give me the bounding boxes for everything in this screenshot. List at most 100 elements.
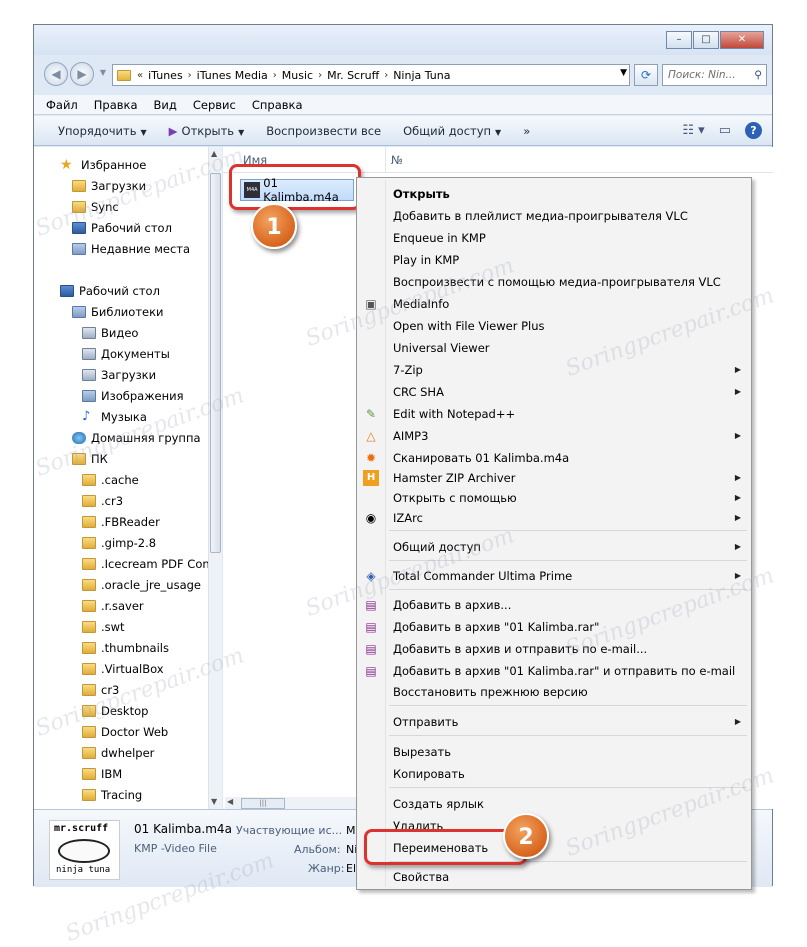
menu-item-enqueue-kmp[interactable]: Enqueue in KMP: [359, 227, 749, 248]
back-button[interactable]: ◀: [44, 62, 68, 86]
breadcrumb-mr-scruff[interactable]: Mr. Scruff: [327, 69, 379, 82]
search-icon[interactable]: ⚲: [754, 65, 762, 85]
share-button[interactable]: Общий доступ ▼: [403, 124, 501, 138]
nav-desktop-root[interactable]: Рабочий стол: [60, 284, 160, 298]
menu-item-aimp3[interactable]: △ AIMP3 ▶: [359, 425, 749, 446]
menu-item-play-kmp[interactable]: Play in KMP: [359, 249, 749, 270]
nav-scrollbar[interactable]: ▲ ▼: [208, 147, 222, 809]
nav-video[interactable]: Видео: [82, 326, 138, 340]
column-number[interactable]: №: [391, 153, 403, 167]
nav-folder[interactable]: Desktop: [82, 704, 148, 718]
menu-help[interactable]: Справка: [252, 98, 303, 112]
menu-item-create-shortcut[interactable]: Создать ярлык: [359, 793, 749, 814]
minimize-button[interactable]: –: [666, 31, 692, 49]
nav-homegroup[interactable]: Домашняя группа: [72, 431, 201, 445]
search-input[interactable]: Поиск: Nin... ⚲: [662, 64, 767, 86]
nav-folder[interactable]: .FBReader: [82, 515, 160, 529]
menu-item-hamster-zip[interactable]: H Hamster ZIP Archiver ▶: [359, 467, 749, 488]
menu-tools[interactable]: Сервис: [193, 98, 236, 112]
scroll-thumb[interactable]: |||: [241, 798, 285, 809]
menu-item-rar-email[interactable]: ▤ Добавить в архив "01 Kalimba.rar" и отп…: [359, 660, 749, 681]
menu-item-send-to[interactable]: Отправить ▶: [359, 711, 749, 732]
breadcrumb-itunes[interactable]: iTunes: [148, 69, 183, 82]
nav-folder[interactable]: .thumbnails: [82, 641, 169, 655]
menu-item-universal-viewer[interactable]: Universal Viewer: [359, 337, 749, 358]
scroll-down-icon[interactable]: ▼: [211, 797, 217, 806]
close-button[interactable]: ✕: [720, 31, 764, 49]
recent-pages-button[interactable]: ▼: [96, 62, 110, 86]
nav-folder[interactable]: dwhelper: [82, 746, 154, 760]
nav-downloads-lib[interactable]: Загрузки: [82, 368, 156, 382]
menu-item-vlc-playlist[interactable]: Добавить в плейлист медиа-проигрывателя …: [359, 205, 749, 226]
menu-item-file-viewer-plus[interactable]: Open with File Viewer Plus: [359, 315, 749, 336]
nav-folder[interactable]: .VirtualBox: [82, 662, 164, 676]
nav-folder[interactable]: .cache: [82, 473, 139, 487]
menu-item-properties[interactable]: Свойства: [359, 866, 749, 887]
more-commands-button[interactable]: »: [523, 124, 530, 138]
play-all-button[interactable]: Воспроизвести все: [266, 124, 381, 138]
nav-favorites[interactable]: ★ Избранное: [60, 158, 146, 172]
nav-folder[interactable]: .Icecream PDF Conv: [82, 557, 216, 571]
forward-button[interactable]: ▶: [70, 62, 94, 86]
address-bar[interactable]: « iTunes › iTunes Media › Music › Mr. Sc…: [112, 64, 630, 86]
details-genre-value[interactable]: El: [346, 862, 356, 875]
nav-documents[interactable]: Документы: [82, 347, 170, 361]
scroll-left-icon[interactable]: ◀: [227, 797, 233, 806]
nav-folder[interactable]: Doctor Web: [82, 725, 168, 739]
menu-item-open-with[interactable]: Открыть с помощью ▶: [359, 487, 749, 508]
menu-item-total-commander[interactable]: ◈ Total Commander Ultima Prime ▶: [359, 565, 749, 586]
menu-item-open[interactable]: Открыть: [359, 183, 749, 204]
maximize-button[interactable]: □: [693, 31, 719, 49]
menu-file[interactable]: Файл: [46, 98, 78, 112]
menu-item-add-rar[interactable]: ▤ Добавить в архив "01 Kalimba.rar": [359, 616, 749, 637]
scroll-up-icon[interactable]: ▲: [211, 149, 217, 158]
nav-sync[interactable]: Sync: [72, 200, 119, 214]
menu-edit[interactable]: Правка: [94, 98, 138, 112]
open-button[interactable]: ▶ Открыть ▼: [169, 124, 245, 138]
menu-item-add-archive[interactable]: ▤ Добавить в архив...: [359, 594, 749, 615]
breadcrumb-separator[interactable]: ›: [188, 70, 192, 81]
nav-desktop[interactable]: Рабочий стол: [72, 221, 172, 235]
address-prefix[interactable]: «: [137, 70, 143, 81]
chevron-down-icon[interactable]: ▼: [620, 68, 627, 78]
nav-folder[interactable]: .r.saver: [82, 599, 144, 613]
column-divider[interactable]: [385, 147, 386, 173]
menu-item-play-vlc[interactable]: Воспроизвести с помощью медиа-проигрыват…: [359, 271, 749, 292]
menu-item-notepadpp[interactable]: ✎ Edit with Notepad++: [359, 403, 749, 424]
menu-view[interactable]: Вид: [154, 98, 177, 112]
nav-folder[interactable]: IBM: [82, 767, 122, 781]
menu-item-restore-version[interactable]: Восстановить прежнюю версию: [359, 681, 749, 702]
nav-folder[interactable]: .swt: [82, 620, 125, 634]
nav-pc[interactable]: ПК: [72, 452, 108, 466]
breadcrumb-separator[interactable]: ›: [318, 70, 322, 81]
nav-folder[interactable]: cr3: [82, 683, 119, 697]
menu-item-mediainfo[interactable]: ▣ MediaInfo: [359, 293, 749, 314]
menu-item-crc-sha[interactable]: CRC SHA ▶: [359, 381, 749, 402]
refresh-button[interactable]: ⟳: [634, 64, 658, 86]
scroll-thumb[interactable]: [210, 173, 221, 553]
nav-images[interactable]: Изображения: [82, 389, 184, 403]
breadcrumb-separator[interactable]: ›: [273, 70, 277, 81]
menu-item-archive-email[interactable]: ▤ Добавить в архив и отправить по e-mail.…: [359, 638, 749, 659]
help-icon[interactable]: ?: [745, 122, 762, 139]
organize-button[interactable]: Упорядочить ▼: [58, 124, 147, 138]
nav-folder[interactable]: .gimp-2.8: [82, 536, 156, 550]
details-artists-value[interactable]: M: [346, 824, 356, 837]
menu-item-cut[interactable]: Вырезать: [359, 741, 749, 762]
view-options-icon[interactable]: ☷ ▾: [682, 123, 704, 138]
breadcrumb-ninja-tuna[interactable]: Ninja Tuna: [393, 69, 450, 82]
menu-item-share[interactable]: Общий доступ ▶: [359, 536, 749, 557]
menu-item-izarc[interactable]: ◉ IZArc ▶: [359, 507, 749, 528]
nav-folder[interactable]: .oracle_jre_usage: [82, 578, 201, 592]
nav-folder[interactable]: Tracing: [82, 788, 142, 802]
breadcrumb-separator[interactable]: ›: [384, 70, 388, 81]
nav-recent-places[interactable]: Недавние места: [72, 242, 190, 256]
preview-pane-icon[interactable]: ▭: [719, 123, 731, 138]
nav-folder[interactable]: .cr3: [82, 494, 123, 508]
menu-item-copy[interactable]: Копировать: [359, 763, 749, 784]
nav-music[interactable]: ♪ Музыка: [82, 410, 147, 424]
nav-libraries[interactable]: Библиотеки: [72, 305, 164, 319]
menu-item-7zip[interactable]: 7-Zip ▶: [359, 359, 749, 380]
breadcrumb-music[interactable]: Music: [282, 69, 313, 82]
nav-downloads[interactable]: Загрузки: [72, 179, 146, 193]
